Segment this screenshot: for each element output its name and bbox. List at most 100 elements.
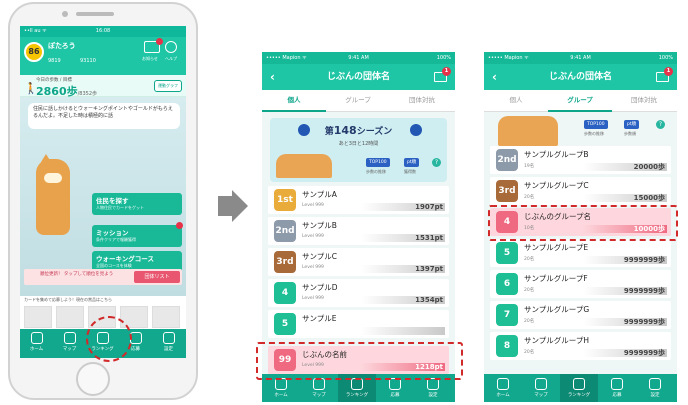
tab-settings[interactable]: 設定	[636, 374, 674, 402]
rank-score: 9999999歩	[583, 318, 667, 326]
notification-label: お知らせ	[142, 56, 158, 61]
help-icon[interactable]	[165, 41, 177, 53]
pt-order-button[interactable]: pt順	[404, 158, 420, 167]
tab-home[interactable]: ホーム	[20, 329, 53, 358]
rank-sub: 20名	[524, 319, 535, 324]
phone-speaker	[76, 12, 114, 16]
tab-settings[interactable]: 設定	[152, 329, 185, 358]
page-title: じぶんの団体名	[548, 72, 612, 82]
tab-group[interactable]: グループ	[326, 90, 390, 112]
rank-score: 1397pt	[361, 265, 445, 273]
status-bar: ••••• Mapion ᯤ 9:41 AM 100%	[262, 52, 455, 64]
rank-row[interactable]: 7 サンプルグループG 20名 9999999歩	[490, 301, 671, 329]
tab-personal[interactable]: 個人	[484, 90, 548, 112]
tab-apply[interactable]: 応募	[598, 374, 636, 402]
tab-team-battle[interactable]: 団体対抗	[612, 90, 676, 112]
tab-group[interactable]: グループ	[548, 90, 612, 112]
username: ぽたろう	[48, 42, 76, 50]
rank-badge: 2nd	[274, 220, 296, 242]
rank-badge: 8	[496, 335, 518, 357]
top100-button[interactable]: TOP100	[366, 158, 390, 167]
tab-apply-label: 応募	[612, 393, 622, 398]
mission-button[interactable]: ミッション 条件クリアで報酬獲得	[92, 225, 182, 247]
group-list-button[interactable]: 団体リスト	[134, 271, 180, 283]
home-icon	[31, 332, 43, 344]
prize-thumbnail[interactable]	[24, 306, 52, 328]
find-residents-sub: 人物住民でカードをゲット	[96, 205, 144, 210]
status-time: 9:41 AM	[570, 55, 591, 61]
tab-home[interactable]: ホーム	[484, 374, 522, 402]
rank-score: 1531pt	[361, 234, 445, 242]
rank-name: サンプルC	[302, 252, 338, 261]
graph-button[interactable]: 運動グラフ	[154, 80, 182, 92]
top100-button[interactable]: TOP100	[584, 120, 608, 129]
tab-home-label: ホーム	[29, 347, 44, 352]
rank-name: サンプルグループG	[524, 305, 590, 314]
tab-team-battle[interactable]: 団体対抗	[390, 90, 454, 112]
prize-thumbnail[interactable]	[152, 306, 180, 328]
help-icon[interactable]: ?	[432, 158, 441, 167]
rank-sub: 19名	[524, 164, 535, 169]
tab-settings-label: 設定	[164, 347, 173, 352]
tab-map[interactable]: マップ	[53, 329, 86, 358]
rank-row[interactable]: 2nd サンプルグループB 19名 20000歩	[490, 146, 671, 174]
rank-alert[interactable]: 順位更新！ タップして順位を見よう 団体リスト	[24, 269, 182, 285]
rank-row[interactable]: 5 サンプルE	[268, 310, 449, 338]
tab-ranking[interactable]: ランキング	[560, 374, 598, 402]
rank-sub: Level 999	[302, 203, 324, 208]
pt-order-sub: 獲得数	[404, 169, 416, 174]
rank-badge: 2nd	[496, 149, 518, 171]
tab-map[interactable]: マップ	[522, 374, 560, 402]
gear-icon	[649, 378, 661, 390]
map-pin-icon	[64, 332, 76, 344]
tab-apply-label: 応募	[390, 393, 400, 398]
season-number: 148	[333, 124, 357, 137]
gear-icon	[163, 332, 175, 344]
notification-badge	[156, 38, 163, 45]
coin-count-1: 9819	[48, 58, 61, 64]
rank-name: サンプルグループF	[524, 274, 588, 283]
crown-icon	[573, 378, 585, 390]
rank-row[interactable]: 2nd サンプルB Level 999 1531pt	[268, 217, 449, 245]
prize-thumbnail[interactable]	[56, 306, 84, 328]
pt-order-button[interactable]: pt順	[624, 120, 640, 129]
help-label: ヘルプ	[165, 56, 177, 61]
prize-ticker[interactable]: カードを集めて応募しよう！現在の賞品はこちら	[20, 296, 186, 304]
home-hardware-button[interactable]	[76, 362, 110, 396]
rank-badge: 5	[496, 242, 518, 264]
help-icon[interactable]: ?	[656, 120, 665, 129]
status-time: 9:41 AM	[348, 55, 369, 61]
tab-settings-label: 設定	[650, 393, 660, 398]
season-banner: 第148シーズン あと3日と12時間 TOP100 歩数の推移 pt順 獲得数 …	[270, 118, 447, 182]
rank-row[interactable]: 1st サンプルA Level 999 1907pt	[268, 186, 449, 214]
tab-map-label: マップ	[62, 347, 77, 352]
flow-arrow-icon	[232, 190, 248, 222]
rank-alert-text: 順位更新！ タップして順位を見よう	[40, 272, 114, 277]
pt-order-sub: 歩数順	[624, 131, 636, 136]
mail-badge: 1	[664, 67, 673, 76]
rank-row[interactable]: 8 サンプルグループH 20名 9999999歩	[490, 332, 671, 360]
season-suffix: シーズン	[356, 127, 393, 137]
back-chevron-icon[interactable]: ‹	[270, 64, 275, 90]
back-chevron-icon[interactable]: ‹	[492, 64, 497, 90]
tab-settings-label: 設定	[428, 393, 438, 398]
next-season-arrow-icon[interactable]	[410, 124, 422, 136]
rank-row[interactable]: 3rd サンプルC Level 999 1397pt	[268, 248, 449, 276]
rank-row[interactable]: 6 サンプルグループF 20名 9999999歩	[490, 270, 671, 298]
tab-ranking-label: ランキング	[345, 393, 369, 398]
cat-character[interactable]	[36, 154, 70, 235]
steps-panel: 🚶 今日の歩数 / 目標 2860歩/8352歩 運動グラフ	[20, 75, 186, 98]
find-residents-title: 住民を探す	[96, 197, 129, 205]
rank-badge: 3rd	[274, 251, 296, 273]
rank-badge: 6	[496, 273, 518, 295]
rank-score: 20000歩	[583, 163, 667, 171]
tab-personal[interactable]: 個人	[262, 90, 326, 112]
rank-badge: 5	[274, 313, 296, 335]
mission-title: ミッション	[96, 229, 129, 237]
rank-row[interactable]: 5 サンプルグループE 20名 9999999歩	[490, 239, 671, 267]
rank-row[interactable]: 4 サンプルD Level 999 1354pt	[268, 279, 449, 307]
rank-sub: 20名	[524, 288, 535, 293]
find-residents-button[interactable]: 住民を探す 人物住民でカードをゲット	[92, 193, 182, 215]
rank-row[interactable]: 3rd サンプルグループC 20名 15000歩	[490, 177, 671, 205]
flow-arrow-shaft	[218, 196, 232, 216]
